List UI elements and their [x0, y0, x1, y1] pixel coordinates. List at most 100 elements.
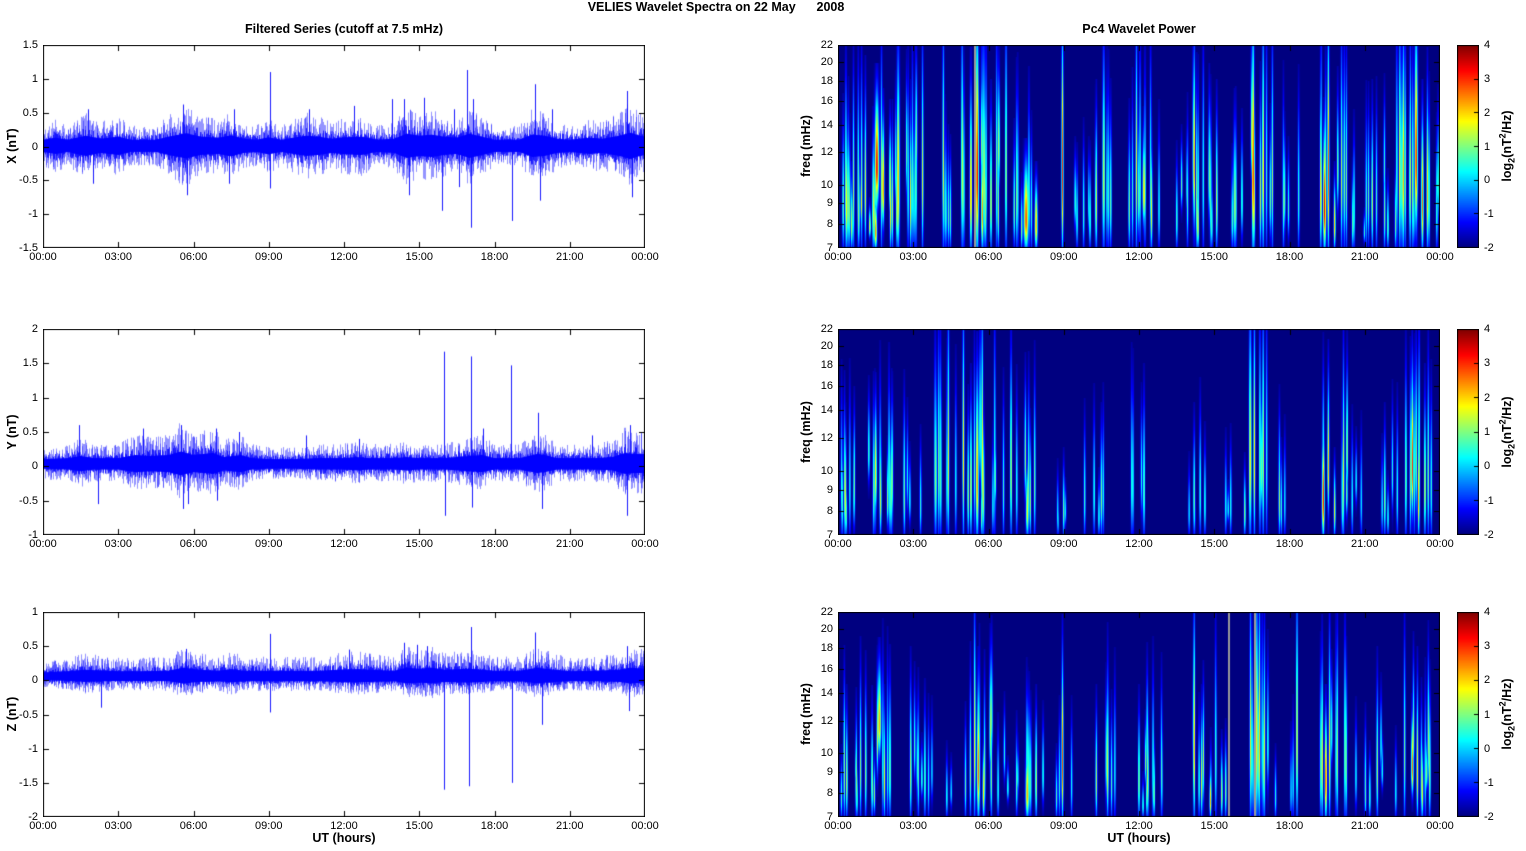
colorbar-tick-label: -1 — [1484, 494, 1494, 507]
x-tick-label: 18:00 — [480, 251, 509, 263]
y-tick-label: 1 — [31, 72, 38, 85]
freq-tick-label: 8 — [826, 787, 833, 800]
x-tick-label: 00:00 — [1426, 251, 1454, 263]
x-tick-label: 03:00 — [899, 538, 928, 550]
y-tick-label: -1.5 — [19, 242, 38, 254]
colorbar-tick-label: -2 — [1484, 529, 1494, 541]
z-wavelet-power-plot — [838, 612, 1440, 817]
y-tick-label: -0.5 — [19, 494, 38, 507]
colorbar-label-x: log2(nT2/Hz) — [1497, 110, 1517, 182]
y-tick-label: 1 — [31, 391, 38, 404]
y-tick-label: 0.5 — [22, 640, 38, 653]
x-tick-label: 09:00 — [1049, 820, 1078, 832]
x-tick-label: 06:00 — [974, 538, 1003, 550]
y-tick-label: 0 — [31, 140, 38, 153]
x-tick-label: 12:00 — [1125, 820, 1153, 832]
x-tick-label: 00:00 — [631, 820, 659, 832]
freq-tick-label: 14 — [820, 686, 833, 699]
x-tick-label: 18:00 — [480, 820, 509, 832]
colorbar-tick-label: 0 — [1484, 174, 1491, 187]
x-tick-label: 09:00 — [254, 538, 283, 550]
colorbar-tick-label: 2 — [1484, 391, 1491, 404]
y-tick-label: -1.5 — [19, 776, 38, 789]
colorbar-tick-label: -2 — [1484, 242, 1494, 254]
x-tick-label: 03:00 — [899, 251, 928, 263]
y-wavelet-power-plot — [838, 329, 1440, 535]
freq-tick-label: 20 — [820, 623, 833, 636]
y-tick-label: -0.5 — [19, 174, 38, 187]
x-tick-label: 00:00 — [631, 251, 659, 263]
x-tick-label: 15:00 — [405, 538, 434, 550]
freq-tick-label: 12 — [820, 714, 833, 727]
x-tick-label: 12:00 — [330, 538, 358, 550]
x-tick-label: 18:00 — [480, 538, 509, 550]
y-tick-label: 0.5 — [22, 426, 38, 438]
x-tick-label: 00:00 — [1426, 820, 1454, 832]
freq-tick-label: 8 — [826, 504, 833, 517]
freq-tick-label: 10 — [820, 747, 833, 760]
y-tick-label: 2 — [31, 323, 38, 335]
colorbar-tick-label: -2 — [1484, 811, 1494, 823]
colorbar-tick-label: 2 — [1484, 106, 1491, 119]
colorbar-tick-label: -1 — [1484, 776, 1494, 789]
x-tick-label: 21:00 — [555, 820, 584, 832]
x-tick-label: 21:00 — [1350, 251, 1379, 263]
x-tick-label: 21:00 — [1350, 820, 1379, 832]
freq-tick-label: 18 — [820, 74, 833, 87]
x-tick-label: 12:00 — [330, 251, 358, 263]
freq-tick-label: 18 — [820, 641, 833, 654]
freq-tick-label: 22 — [820, 606, 833, 618]
freq-tick-label: 7 — [826, 811, 833, 823]
x-tick-label: 06:00 — [179, 820, 208, 832]
y-tick-label: 0 — [31, 674, 38, 687]
colorbar-tick-label: 0 — [1484, 742, 1491, 755]
colorbar-label-y: log2(nT2/Hz) — [1497, 396, 1517, 468]
colorbar-tick-label: 2 — [1484, 674, 1491, 687]
y-series-plot — [43, 329, 645, 535]
x-tick-label: 15:00 — [1200, 251, 1229, 263]
colorbar-tick-label: 1 — [1484, 708, 1491, 721]
colorbar-label-z: log2(nT2/Hz) — [1497, 678, 1517, 750]
x-tick-label: 06:00 — [179, 251, 208, 263]
x-tick-label: 12:00 — [330, 820, 358, 832]
x-tick-label: 21:00 — [1350, 538, 1379, 550]
z-series-plot — [43, 612, 645, 817]
y-tick-label: -1 — [28, 529, 38, 541]
x-tick-label: 00:00 — [631, 538, 659, 550]
colorbar-y — [1457, 329, 1479, 535]
x-tick-label: 15:00 — [1200, 538, 1229, 550]
colorbar-tick-label: 4 — [1484, 39, 1491, 51]
colorbar-tick-label: 4 — [1484, 323, 1491, 335]
colorbar-tick-label: 1 — [1484, 140, 1491, 153]
x-axis-label-right: UT (hours) — [1107, 831, 1171, 845]
y-tick-label: 0.5 — [22, 106, 38, 119]
x-tick-label: 21:00 — [555, 538, 584, 550]
freq-tick-label: 16 — [820, 95, 833, 108]
x-tick-label: 09:00 — [254, 251, 283, 263]
y-tick-label: 1 — [31, 606, 38, 618]
colorbar-tick-label: 3 — [1484, 357, 1491, 370]
colorbar-tick-label: -1 — [1484, 208, 1494, 221]
colorbar-tick-label: 0 — [1484, 460, 1491, 473]
freq-tick-label: 7 — [826, 242, 833, 254]
colorbar-tick-label: 4 — [1484, 606, 1491, 618]
y-tick-label: -2 — [28, 811, 38, 823]
freq-tick-label: 8 — [826, 218, 833, 231]
y-tick-label: -0.5 — [19, 708, 38, 721]
freq-tick-label: 18 — [820, 359, 833, 372]
freq-tick-label: 22 — [820, 323, 833, 335]
x-tick-label: 06:00 — [974, 251, 1003, 263]
colorbar-tick-label: 1 — [1484, 426, 1491, 438]
x-tick-label: 00:00 — [1426, 538, 1454, 550]
x-tick-label: 18:00 — [1275, 820, 1304, 832]
left-column-title: Filtered Series (cutoff at 7.5 mHz) — [245, 22, 443, 36]
freq-tick-label: 9 — [826, 483, 833, 496]
freq-tick-label: 10 — [820, 178, 833, 191]
freq-tick-label: 16 — [820, 380, 833, 393]
freq-tick-label: 12 — [820, 146, 833, 159]
x-tick-label: 03:00 — [104, 251, 133, 263]
x-tick-label: 09:00 — [1049, 251, 1078, 263]
x-wavelet-power-plot — [838, 45, 1440, 248]
x-tick-label: 09:00 — [254, 820, 283, 832]
freq-tick-label: 9 — [826, 766, 833, 778]
